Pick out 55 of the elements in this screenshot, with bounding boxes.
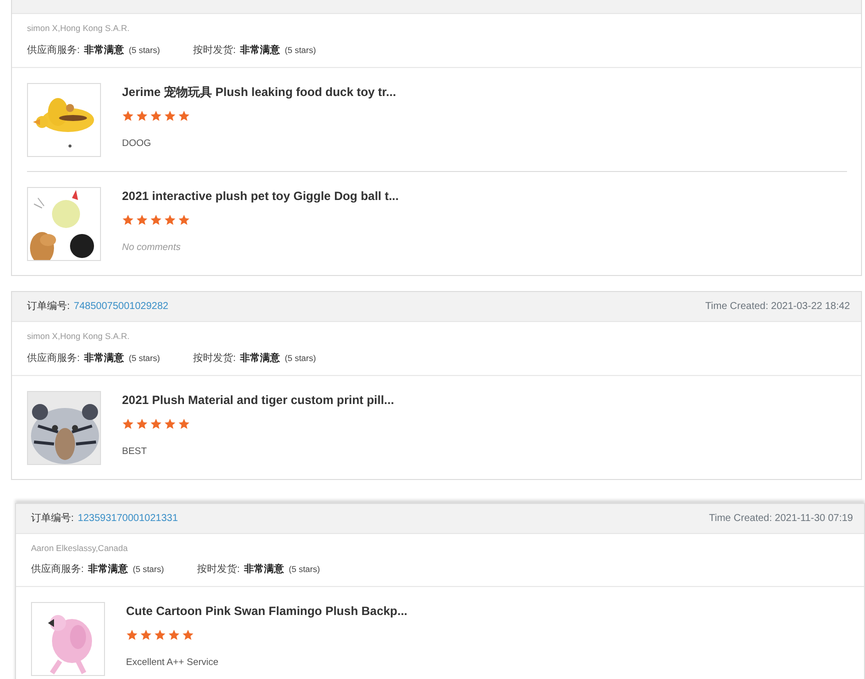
rating-stars-text: (5 stars) xyxy=(128,44,160,56)
rating-stars-text: (5 stars) xyxy=(128,352,160,364)
star-icon xyxy=(122,110,134,122)
star-icon xyxy=(150,110,162,122)
customer-name: simon X,Hong Kong S.A.R. xyxy=(27,330,131,342)
star-icon xyxy=(154,629,166,642)
product-title: Cute Cartoon Pink Swan Flamingo Plush Backp... xyxy=(126,603,408,620)
rating-value: 非常满意 xyxy=(240,44,280,58)
rating-stars-text: (5 stars) xyxy=(132,563,164,576)
review-comment: Excellent A++ Service xyxy=(126,656,220,670)
star-icon xyxy=(150,418,162,430)
time-created: Time Created: 2021-11-30 07:19 xyxy=(709,512,853,526)
star-icon xyxy=(150,214,162,226)
time-created: Time Created: 2021-03-22 18:42 xyxy=(705,300,850,314)
order-number-label: 订单编号: xyxy=(31,512,74,524)
review-comment: BEST xyxy=(122,444,148,458)
customer-name: simon X,Hong Kong S.A.R. xyxy=(27,22,131,35)
star-icon xyxy=(136,214,148,226)
customer-name: Aaron Elkeslassy,Canada xyxy=(31,542,129,554)
star-icon xyxy=(122,214,134,226)
star-icon xyxy=(178,418,190,430)
product-title: Jerime 宠物玩具 Plush leaking food duck toy tr... xyxy=(122,84,396,101)
rating-label: 供应商服务: xyxy=(27,44,80,58)
rating-label: 按时发货: xyxy=(193,44,236,58)
star-icon xyxy=(122,418,134,430)
order-number-link[interactable]: 123593170001021331 xyxy=(78,512,178,524)
rating-stars-text: (5 stars) xyxy=(284,352,316,364)
review-comment: DOOG xyxy=(122,136,152,151)
star-icon xyxy=(164,110,176,122)
star-icon xyxy=(164,418,176,430)
star-icon xyxy=(136,110,148,122)
product-title: 2021 interactive plush pet toy Giggle Dog ball t... xyxy=(122,188,399,205)
rating-label: 供应商服务: xyxy=(27,352,80,366)
order-number-label: 订单编号: xyxy=(27,300,70,312)
rating-value: 非常满意 xyxy=(84,44,124,58)
star-icon xyxy=(168,629,180,642)
rating-stars-text: (5 stars) xyxy=(288,563,320,576)
star-icon xyxy=(140,629,152,642)
star-icon xyxy=(136,418,148,430)
product-title: 2021 Plush Material and tiger custom print pill... xyxy=(122,392,394,408)
star-icon xyxy=(164,214,176,226)
order-number-link[interactable]: 74850075001029282 xyxy=(74,300,168,312)
rating-value: 非常满意 xyxy=(244,562,284,578)
rating-label: 供应商服务: xyxy=(31,562,84,578)
rating-value: 非常满意 xyxy=(240,352,280,366)
rating-stars-text: (5 stars) xyxy=(284,44,316,56)
rating-value: 非常满意 xyxy=(84,352,124,366)
review-comment: No comments xyxy=(122,240,182,255)
star-icon xyxy=(178,214,190,226)
rating-value: 非常满意 xyxy=(88,562,128,578)
star-icon xyxy=(178,110,190,122)
rating-label: 按时发货: xyxy=(193,352,236,366)
star-icon xyxy=(182,629,194,642)
star-icon xyxy=(126,629,138,642)
rating-label: 按时发货: xyxy=(197,562,240,578)
